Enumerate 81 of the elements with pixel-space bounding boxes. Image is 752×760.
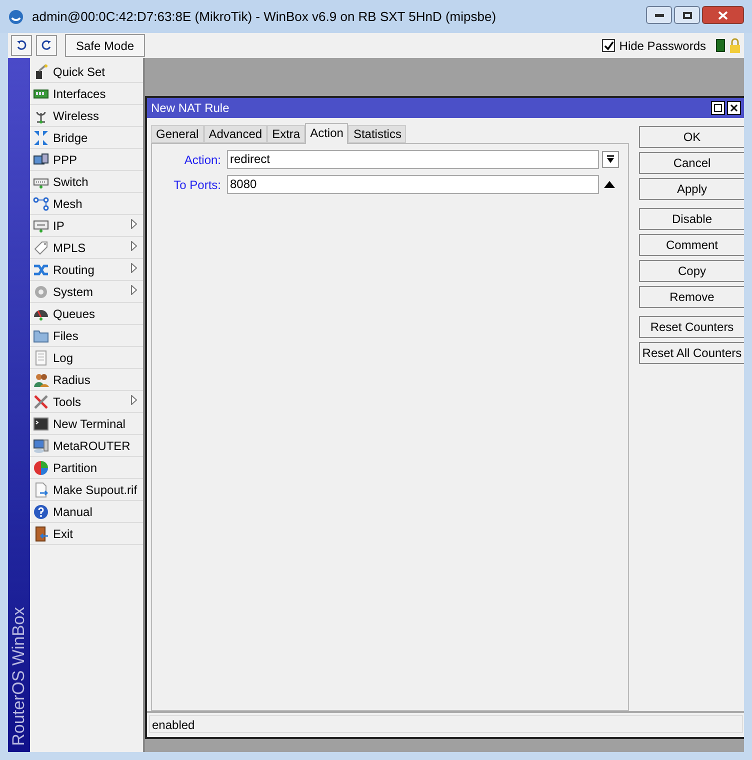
menu-item[interactable]: Exit — [30, 523, 143, 545]
menu-item[interactable]: IP — [30, 215, 143, 237]
maximize-button[interactable] — [711, 101, 725, 115]
undo-icon — [16, 40, 27, 51]
tab[interactable]: Statistics — [348, 125, 406, 143]
terminal-icon — [33, 416, 49, 432]
menu-item[interactable]: Wireless — [30, 105, 143, 127]
nodes-icon — [33, 196, 49, 212]
arrow-down-icon — [606, 155, 615, 164]
computers-icon — [33, 152, 49, 168]
dialog-button[interactable]: Copy — [639, 260, 744, 282]
menu-item[interactable]: System — [30, 281, 143, 303]
redo-button[interactable] — [36, 35, 57, 56]
wand-icon — [33, 64, 49, 80]
safe-mode-button[interactable]: Safe Mode — [65, 34, 146, 57]
monitor-icon — [33, 218, 49, 234]
close-button[interactable] — [702, 6, 744, 24]
dialog-button[interactable]: Disable — [639, 208, 744, 230]
close-icon — [730, 104, 738, 112]
menu-item[interactable]: Manual — [30, 501, 143, 523]
tools-icon — [33, 394, 49, 410]
menu-item[interactable]: Mesh — [30, 193, 143, 215]
redo-icon — [41, 40, 52, 51]
dialog-title: New NAT Rule — [151, 100, 230, 117]
menu-item[interactable]: Make Supout.rif — [30, 479, 143, 501]
menu-item[interactable]: Queues — [30, 303, 143, 325]
menu-item[interactable]: Files — [30, 325, 143, 347]
menu-item[interactable]: Bridge — [30, 127, 143, 149]
gear-icon — [33, 284, 49, 300]
dialog-button[interactable]: Remove — [639, 286, 744, 308]
dialog-button[interactable]: OK — [639, 126, 744, 148]
folder-icon — [33, 328, 49, 344]
dialog-button[interactable]: Cancel — [639, 152, 744, 174]
dialog-button[interactable]: Comment — [639, 234, 744, 256]
menu-item[interactable]: Partition — [30, 457, 143, 479]
tab[interactable]: General — [151, 125, 204, 143]
dialog-button[interactable]: Reset All Counters — [639, 342, 744, 364]
dialog-button[interactable]: Apply — [639, 178, 744, 200]
window-title: admin@00:0C:42:D7:63:8E (MikroTik) - WinBox v6.9 on RB SXT 5HnD (mipsbe) — [32, 8, 498, 26]
status-bar: enabled — [149, 715, 743, 733]
tags-icon — [33, 240, 49, 256]
menu-item[interactable]: New Terminal — [30, 413, 143, 435]
menu-item[interactable]: Quick Set — [30, 61, 143, 83]
checkbox[interactable] — [602, 39, 616, 52]
computer-icon — [33, 438, 49, 454]
collapse-button[interactable] — [604, 181, 615, 188]
users-icon — [33, 372, 49, 388]
field-label: Action: — [183, 152, 222, 168]
status-indicator-icon — [716, 39, 725, 52]
menu-item[interactable]: MPLS — [30, 237, 143, 259]
arrows-icon — [33, 130, 49, 146]
dialog-button[interactable]: Reset Counters — [639, 316, 744, 338]
undo-button[interactable] — [11, 35, 32, 56]
file-arrow-icon — [33, 482, 49, 498]
menu-item[interactable]: Switch — [30, 171, 143, 193]
dropdown-button[interactable] — [602, 151, 619, 168]
menu-item[interactable]: Routing — [30, 259, 143, 281]
menu-item[interactable]: PPP — [30, 149, 143, 171]
checkbox-label: Hide Passwords — [619, 38, 706, 54]
close-icon — [718, 10, 728, 20]
field-label: To Ports: — [172, 176, 222, 194]
menu-item[interactable]: MetaROUTER — [30, 435, 143, 457]
app-icon — [8, 8, 24, 24]
maximize-button[interactable] — [674, 6, 700, 24]
tab[interactable]: Advanced — [204, 125, 268, 143]
menu-item[interactable]: Tools — [30, 391, 143, 413]
brand-label: RouterOS WinBox — [8, 607, 30, 746]
help-icon — [33, 504, 49, 520]
close-button[interactable] — [727, 101, 741, 115]
door-icon — [33, 526, 49, 542]
document-icon — [33, 350, 49, 366]
menu-item[interactable]: Radius — [30, 369, 143, 391]
input-field[interactable]: 8080 — [227, 175, 599, 194]
menu-item[interactable]: Interfaces — [30, 83, 143, 105]
minimize-button[interactable] — [646, 6, 672, 24]
tab[interactable]: Extra — [267, 125, 306, 143]
pie-chart-icon — [33, 460, 49, 476]
tab[interactable]: Action — [305, 123, 348, 144]
dropdown-field[interactable]: redirect — [227, 150, 599, 169]
menu-item[interactable]: Log — [30, 347, 143, 369]
lock-icon — [729, 38, 741, 53]
